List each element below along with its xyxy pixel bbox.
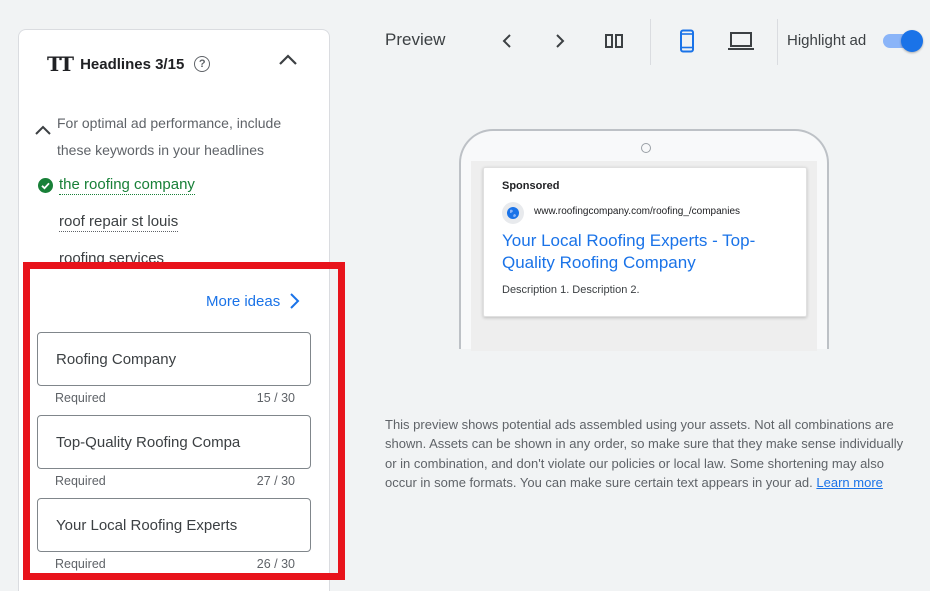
mobile-view-button[interactable] <box>675 29 699 53</box>
mobile-icon <box>680 29 694 53</box>
learn-more-link[interactable]: Learn more <box>816 475 882 490</box>
columns-icon <box>605 34 623 48</box>
toggle-knob <box>901 30 923 52</box>
keyword-tip: For optimal ad performance, include thes… <box>57 115 282 158</box>
phone-screen: Sponsored www.roofingcompany.com/roofing… <box>471 161 817 351</box>
ad-display-url: www.roofingcompany.com/roofing_/companie… <box>534 206 741 217</box>
highlight-ad-toggle[interactable] <box>881 30 923 52</box>
chevron-right-icon <box>556 34 565 48</box>
chevron-left-icon <box>502 34 511 48</box>
highlight-annotation-box <box>23 262 345 580</box>
phone-mockup: Sponsored www.roofingcompany.com/roofing… <box>459 129 829 351</box>
ad-headline[interactable]: Your Local Roofing Experts - Top-Quality… <box>502 230 792 274</box>
headlines-header: TT Headlines 3/15 ? <box>47 52 211 76</box>
keyword-chip[interactable]: roof repair st louis <box>59 213 179 232</box>
toolbar-divider <box>777 19 778 65</box>
chevron-up-icon[interactable] <box>33 122 53 138</box>
preview-panel: Preview Highlight ad Sponsored www.roofi… <box>357 19 930 575</box>
camera-icon <box>641 143 651 153</box>
keyword-chip[interactable]: the roofing company <box>59 176 195 195</box>
toolbar-divider <box>650 19 651 65</box>
preview-title: Preview <box>385 30 446 49</box>
help-icon[interactable]: ? <box>194 56 211 72</box>
next-button[interactable] <box>548 29 572 53</box>
laptop-icon <box>728 32 754 50</box>
preview-disclaimer: This preview shows potential ads assembl… <box>385 415 905 493</box>
sponsored-label: Sponsored <box>502 180 560 192</box>
previous-button[interactable] <box>495 29 519 53</box>
tt-icon: TT <box>47 52 74 76</box>
desktop-view-button[interactable] <box>727 29 755 53</box>
columns-view-button[interactable] <box>602 29 626 53</box>
highlight-ad-label: Highlight ad <box>787 32 867 49</box>
chevron-up-icon[interactable] <box>277 50 299 70</box>
ad-preview-card: Sponsored www.roofingcompany.com/roofing… <box>483 167 807 317</box>
headlines-title: Headlines 3/15 <box>80 55 185 73</box>
preview-toolbar: Preview Highlight ad <box>357 19 930 65</box>
ad-description: Description 1. Description 2. <box>502 284 640 296</box>
globe-icon <box>502 202 524 224</box>
check-circle-icon <box>38 178 53 193</box>
